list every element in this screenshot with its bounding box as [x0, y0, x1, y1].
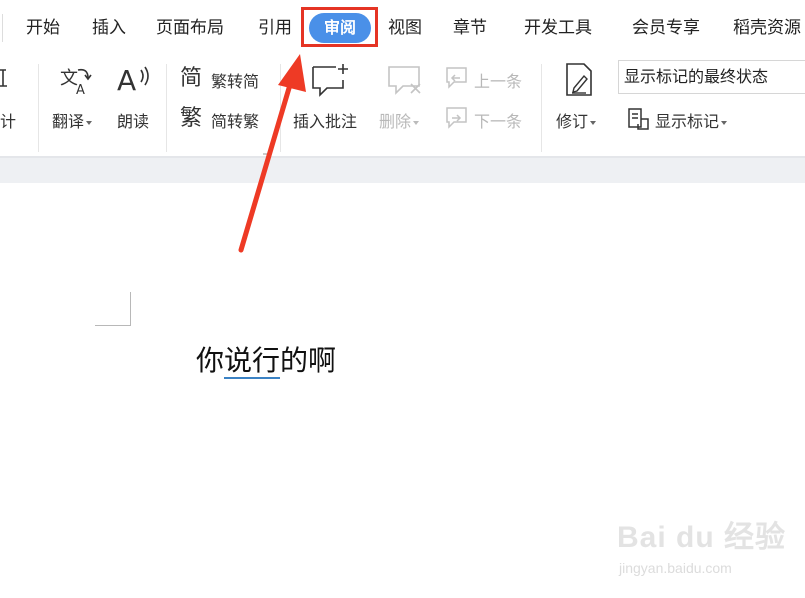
chevron-down-icon [86, 120, 93, 125]
tab-references[interactable]: 引用 [258, 16, 292, 40]
svg-text:简: 简 [180, 66, 202, 90]
svg-text:A: A [76, 83, 85, 96]
tab-start[interactable]: 开始 [26, 16, 60, 40]
read-aloud-button[interactable]: 朗读 [117, 108, 149, 132]
word-count-label[interactable]: 计 [0, 108, 16, 132]
divider [0, 156, 805, 158]
red-arrow-annotation [238, 54, 306, 253]
svg-text:繁: 繁 [180, 106, 202, 130]
tab-insert[interactable]: 插入 [92, 16, 126, 40]
toolbar-separator [166, 64, 167, 152]
translate-button[interactable]: 翻译 [52, 108, 93, 132]
watermark-url: jingyan.baidu.com [619, 560, 732, 576]
tab-member[interactable]: 会员专享 [632, 16, 700, 40]
word-count-icon [0, 64, 8, 98]
delete-comment-button[interactable]: 删除 [379, 108, 420, 132]
document-text[interactable]: 你说行的啊 [196, 339, 336, 379]
track-changes-button[interactable]: 修订 [556, 108, 597, 132]
track-changes-icon [564, 62, 594, 102]
text-segment-marked: 说行 [224, 344, 281, 379]
translate-icon: 文 A [58, 62, 94, 100]
menu-bar: 开始 插入 页面布局 引用 审阅 视图 章节 开发工具 会员专享 稻壳资源 [0, 0, 805, 56]
previous-comment-button[interactable]: 上一条 [474, 68, 522, 92]
baidu-jingyan-watermark: Bai du 经验 jingyan.baidu.com [617, 512, 787, 576]
delete-comment-icon [387, 64, 423, 102]
delete-label: 删除 [379, 112, 412, 131]
page-corner-mark [130, 292, 131, 326]
revise-label: 修订 [556, 112, 589, 131]
next-comment-icon [444, 106, 470, 134]
svg-text:A: A [117, 64, 136, 96]
tab-page-layout[interactable]: 页面布局 [156, 16, 224, 40]
chevron-down-icon [590, 120, 597, 125]
text-segment: 的啊 [280, 344, 337, 377]
next-comment-button[interactable]: 下一条 [474, 108, 522, 132]
markup-display-select[interactable]: 显示标记的最终状态 [618, 60, 805, 94]
tab-chapter[interactable]: 章节 [453, 16, 487, 40]
tab-docer-resources[interactable]: 稻壳资源 [733, 16, 801, 40]
chevron-down-icon [413, 120, 420, 125]
menu-divider [2, 14, 3, 42]
tab-developer[interactable]: 开发工具 [524, 16, 592, 40]
toolbar-separator [38, 64, 39, 152]
trad-to-simp-icon: 简 [180, 64, 206, 94]
chevron-down-icon [721, 120, 728, 125]
read-aloud-icon: A [117, 62, 155, 100]
watermark-logo: Bai du 经验 [617, 521, 787, 554]
show-markup-icon [626, 107, 650, 135]
toolbar-separator [541, 64, 542, 152]
ribbon-bottom-band [0, 156, 805, 183]
tab-view[interactable]: 视图 [388, 16, 422, 40]
show-markup-button[interactable]: 显示标记 [655, 108, 728, 132]
previous-comment-icon [444, 66, 470, 94]
text-segment: 你 [196, 344, 225, 377]
simp-to-trad-icon: 繁 [180, 104, 206, 134]
show-markup-label: 显示标记 [655, 112, 720, 131]
page-corner-mark [95, 325, 131, 326]
review-tab-highlight-box [301, 7, 378, 47]
translate-label: 翻译 [52, 112, 85, 131]
